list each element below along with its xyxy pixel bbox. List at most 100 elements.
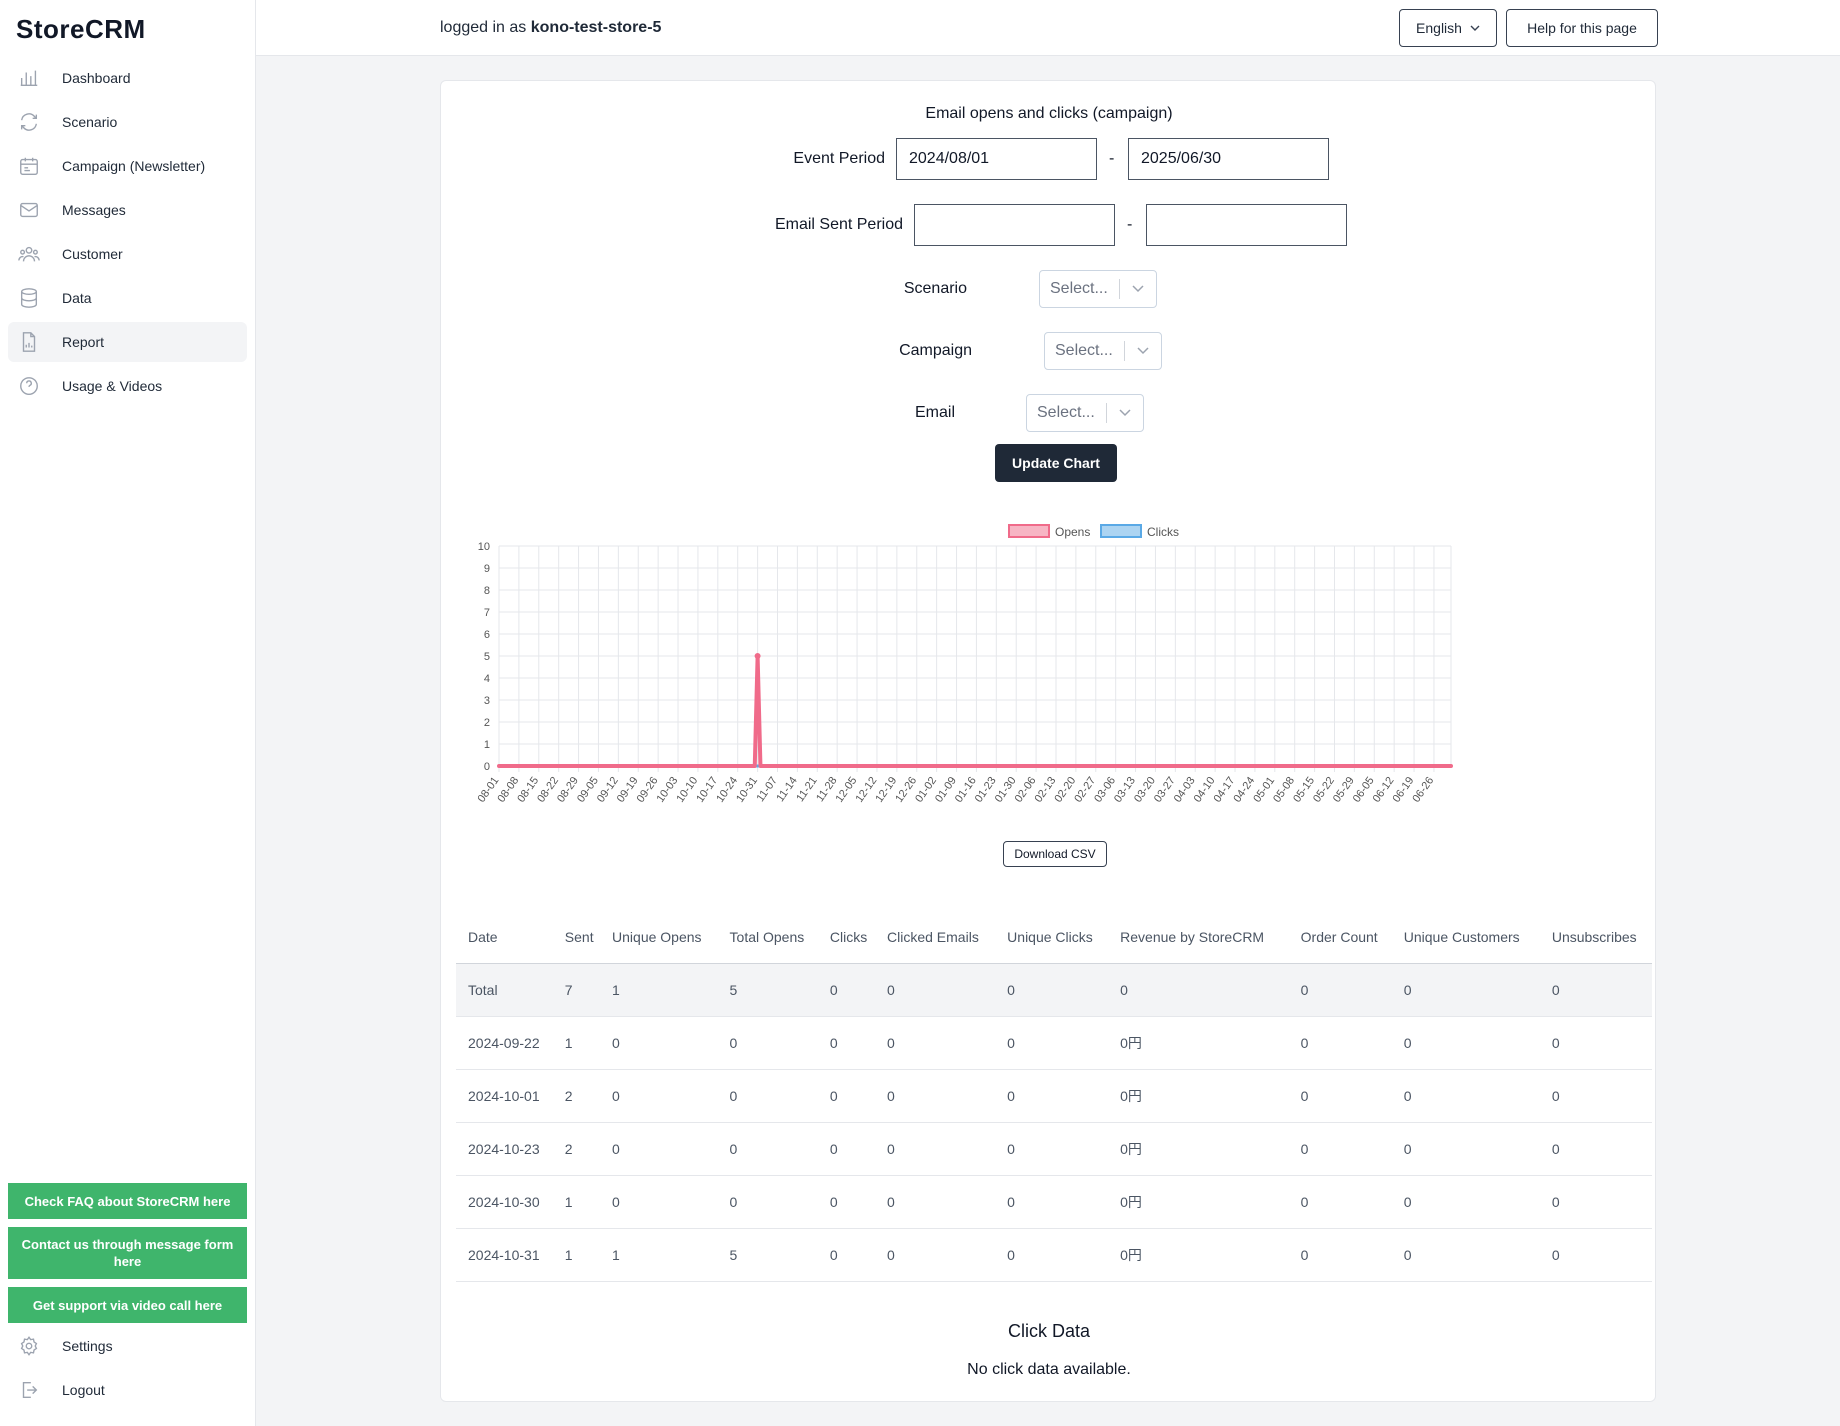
x-tick-label: 06-26: [1410, 775, 1436, 805]
users-icon: [18, 243, 40, 265]
event-end-input[interactable]: [1128, 138, 1329, 180]
sidebar-item-campaign-newsletter[interactable]: Campaign (Newsletter): [8, 146, 247, 186]
app-logo[interactable]: StoreCRM: [16, 14, 146, 45]
column-header: Unique Opens: [600, 911, 718, 964]
opens-clicks-chart: 01234567891008-0108-0808-1508-2208-2909-…: [475, 524, 1453, 805]
sent-start-input[interactable]: [914, 204, 1115, 246]
campaign-select[interactable]: Select...: [1044, 332, 1162, 370]
table-cell: 0: [1391, 1228, 1540, 1282]
sidebar-item-label: Usage & Videos: [62, 378, 163, 394]
logged-in-prefix: logged in as: [440, 19, 527, 36]
table-cell: 0: [717, 1069, 818, 1123]
table-row: 2024-10-30 1 0 0 0 0 0 0円 0 0 0: [456, 1175, 1652, 1229]
table-row: 2024-10-23 2 0 0 0 0 0 0円 0 0 0: [456, 1122, 1652, 1176]
chart-bars-icon: [18, 67, 40, 89]
table-cell: 2024-10-31: [456, 1228, 553, 1282]
table-cell: 2024-09-22: [456, 1016, 553, 1070]
chevron-down-icon: [1107, 409, 1143, 417]
sidebar-nav: Dashboard Scenario Campaign (Newsletter) Me…: [8, 58, 247, 410]
table-cell: 0: [875, 963, 996, 1017]
legend-label-opens: Opens: [1055, 525, 1090, 539]
table-cell: 2024-10-30: [456, 1175, 553, 1229]
email-select[interactable]: Select...: [1026, 394, 1144, 432]
email-placeholder: Select...: [1037, 404, 1095, 421]
table-cell: 0: [1539, 1016, 1652, 1070]
table-cell: 2024-10-01: [456, 1069, 553, 1123]
table-cell: 0: [1391, 1175, 1540, 1229]
sidebar-item-customer[interactable]: Customer: [8, 234, 247, 274]
logout-label: Logout: [62, 1382, 105, 1398]
report-table: Date Sent Unique Opens Total Opens Clicks Cli…: [456, 911, 1652, 1282]
sidebar-item-label: Dashboard: [62, 70, 131, 86]
table-cell: 0: [1539, 1122, 1652, 1176]
table-cell: 0: [1391, 1016, 1540, 1070]
sent-end-input[interactable]: [1146, 204, 1347, 246]
sidebar-item-messages[interactable]: Messages: [8, 190, 247, 230]
column-header: Sent: [552, 911, 601, 964]
table-row: 2024-09-22 1 0 0 0 0 0 0円 0 0 0: [456, 1016, 1652, 1070]
y-tick-label: 7: [484, 607, 490, 619]
table-body: Total 7 1 5 0 0 0 0 0 0 0 2024-09-22 1 0 0 0 0 0 0円 0 0 0 2024…: [456, 963, 1652, 1282]
table-cell: 0: [1288, 1016, 1392, 1070]
column-header: Unique Customers: [1391, 911, 1540, 964]
column-header: Revenue by StoreCRM: [1108, 911, 1289, 964]
scenario-select[interactable]: Select...: [1039, 270, 1157, 308]
table-cell: Total: [456, 963, 553, 1017]
table-cell: 0: [817, 1069, 876, 1123]
table-cell: 7: [552, 963, 601, 1017]
sidebar-item-logout[interactable]: Logout: [8, 1370, 247, 1410]
sidebar-item-label: Customer: [62, 246, 123, 262]
table-cell: 0: [600, 1175, 718, 1229]
help-page-button[interactable]: Help for this page: [1506, 9, 1658, 47]
sidebar-item-settings[interactable]: Settings: [8, 1326, 247, 1366]
sidebar-item-usage-videos[interactable]: Usage & Videos: [8, 366, 247, 406]
video-support-button[interactable]: Get support via video call here: [8, 1287, 247, 1323]
faq-button[interactable]: Check FAQ about StoreCRM here: [8, 1183, 247, 1219]
table-cell: 0: [717, 1122, 818, 1176]
sidebar-item-dashboard[interactable]: Dashboard: [8, 58, 247, 98]
y-tick-label: 3: [484, 695, 490, 707]
table-cell: 0: [1391, 963, 1540, 1017]
language-select[interactable]: English: [1399, 9, 1497, 47]
table-cell: 0: [995, 963, 1109, 1017]
legend-label-clicks: Clicks: [1147, 525, 1179, 539]
y-tick-label: 8: [484, 585, 490, 597]
table-cell: 0: [1288, 1069, 1392, 1123]
download-csv-button[interactable]: Download CSV: [1003, 841, 1107, 867]
sidebar-item-label: Scenario: [62, 114, 118, 130]
table-row: 2024-10-01 2 0 0 0 0 0 0円 0 0 0: [456, 1069, 1652, 1123]
x-tick-label: 10-31: [734, 775, 760, 805]
column-header: Date: [456, 911, 553, 964]
sidebar-item-label: Report: [62, 334, 105, 350]
table-cell: 0: [875, 1122, 996, 1176]
table-row: 2024-10-31 1 1 5 0 0 0 0円 0 0 0: [456, 1228, 1652, 1282]
column-header: Unique Clicks: [995, 911, 1109, 964]
sidebar-item-label: Data: [62, 290, 92, 306]
sidebar-item-report[interactable]: Report: [8, 322, 247, 362]
table-cell: 0: [1288, 1122, 1392, 1176]
column-header: Order Count: [1288, 911, 1392, 964]
database-icon: [18, 287, 40, 309]
sidebar-item-label: Campaign (Newsletter): [62, 158, 206, 174]
table-cell: 0: [717, 1175, 818, 1229]
table-cell: 0: [1288, 1228, 1392, 1282]
column-header: Clicked Emails: [875, 911, 996, 964]
sidebar-item-data[interactable]: Data: [8, 278, 247, 318]
series-line-opens: [497, 654, 1453, 768]
table-cell: 0: [875, 1228, 996, 1282]
sidebar-item-scenario[interactable]: Scenario: [8, 102, 247, 142]
table-cell: 0: [1288, 963, 1392, 1017]
table-cell: 0円: [1108, 1069, 1289, 1123]
table-cell: 1: [600, 1228, 718, 1282]
document-chart-icon: [18, 331, 40, 353]
refresh-icon: [18, 111, 40, 133]
table-cell: 1: [552, 1228, 601, 1282]
event-start-input[interactable]: [896, 138, 1097, 180]
table-cell: 0: [817, 1175, 876, 1229]
x-tick-label: 11-21: [794, 775, 820, 804]
table-cell: 0: [1539, 963, 1652, 1017]
update-chart-button[interactable]: Update Chart: [995, 444, 1117, 482]
contact-button[interactable]: Contact us through message form here: [8, 1227, 247, 1279]
column-header: Total Opens: [717, 911, 818, 964]
scenario-placeholder: Select...: [1050, 280, 1108, 297]
